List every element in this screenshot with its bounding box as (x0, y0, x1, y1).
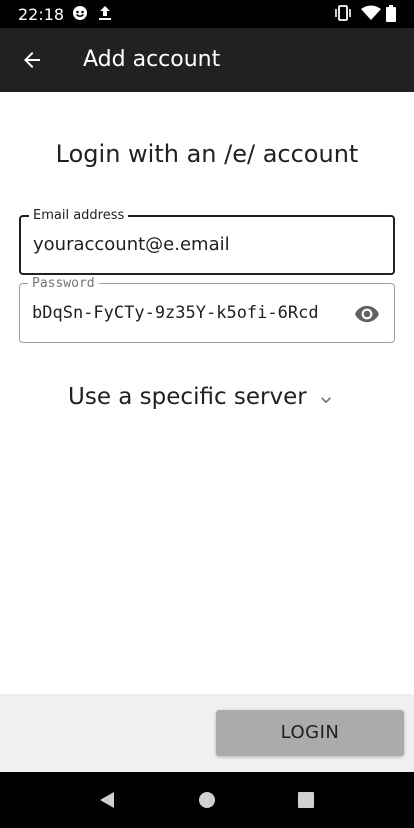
status-bar: 22:18 (0, 0, 414, 28)
home-circle-icon[interactable] (197, 790, 217, 810)
login-heading: Login with an /e/ account (55, 140, 359, 168)
back-triangle-icon[interactable] (97, 790, 117, 810)
recents-square-icon[interactable] (296, 790, 316, 810)
chevron-down-icon (316, 390, 336, 410)
upload-icon (98, 5, 112, 26)
email-field[interactable]: Email address youraccount@e.email (19, 208, 395, 275)
email-field-label: Email address (29, 208, 129, 224)
page-title: Add account (83, 47, 221, 72)
eye-icon[interactable] (354, 301, 380, 327)
status-time: 22:18 (18, 5, 65, 24)
login-button[interactable]: LOGIN (216, 710, 404, 756)
arrow-back-icon[interactable] (20, 48, 44, 72)
password-field-label: Password (28, 276, 99, 292)
notification-face-icon (72, 5, 88, 26)
footer-bar: LOGIN (0, 694, 414, 772)
email-input[interactable]: youraccount@e.email (33, 234, 230, 255)
specific-server-toggle[interactable]: Use a specific server (0, 382, 414, 418)
vibrate-icon (334, 5, 352, 26)
app-bar: Add account (0, 28, 414, 92)
password-field[interactable]: Password bDqSn-FyCTy-9z35Y-k5ofi-6Rcd (19, 276, 395, 343)
specific-server-label: Use a specific server (68, 384, 307, 410)
wifi-icon (361, 5, 381, 26)
system-nav-bar (0, 772, 414, 828)
password-input[interactable]: bDqSn-FyCTy-9z35Y-k5ofi-6Rcd (32, 303, 338, 323)
battery-icon (386, 5, 396, 27)
